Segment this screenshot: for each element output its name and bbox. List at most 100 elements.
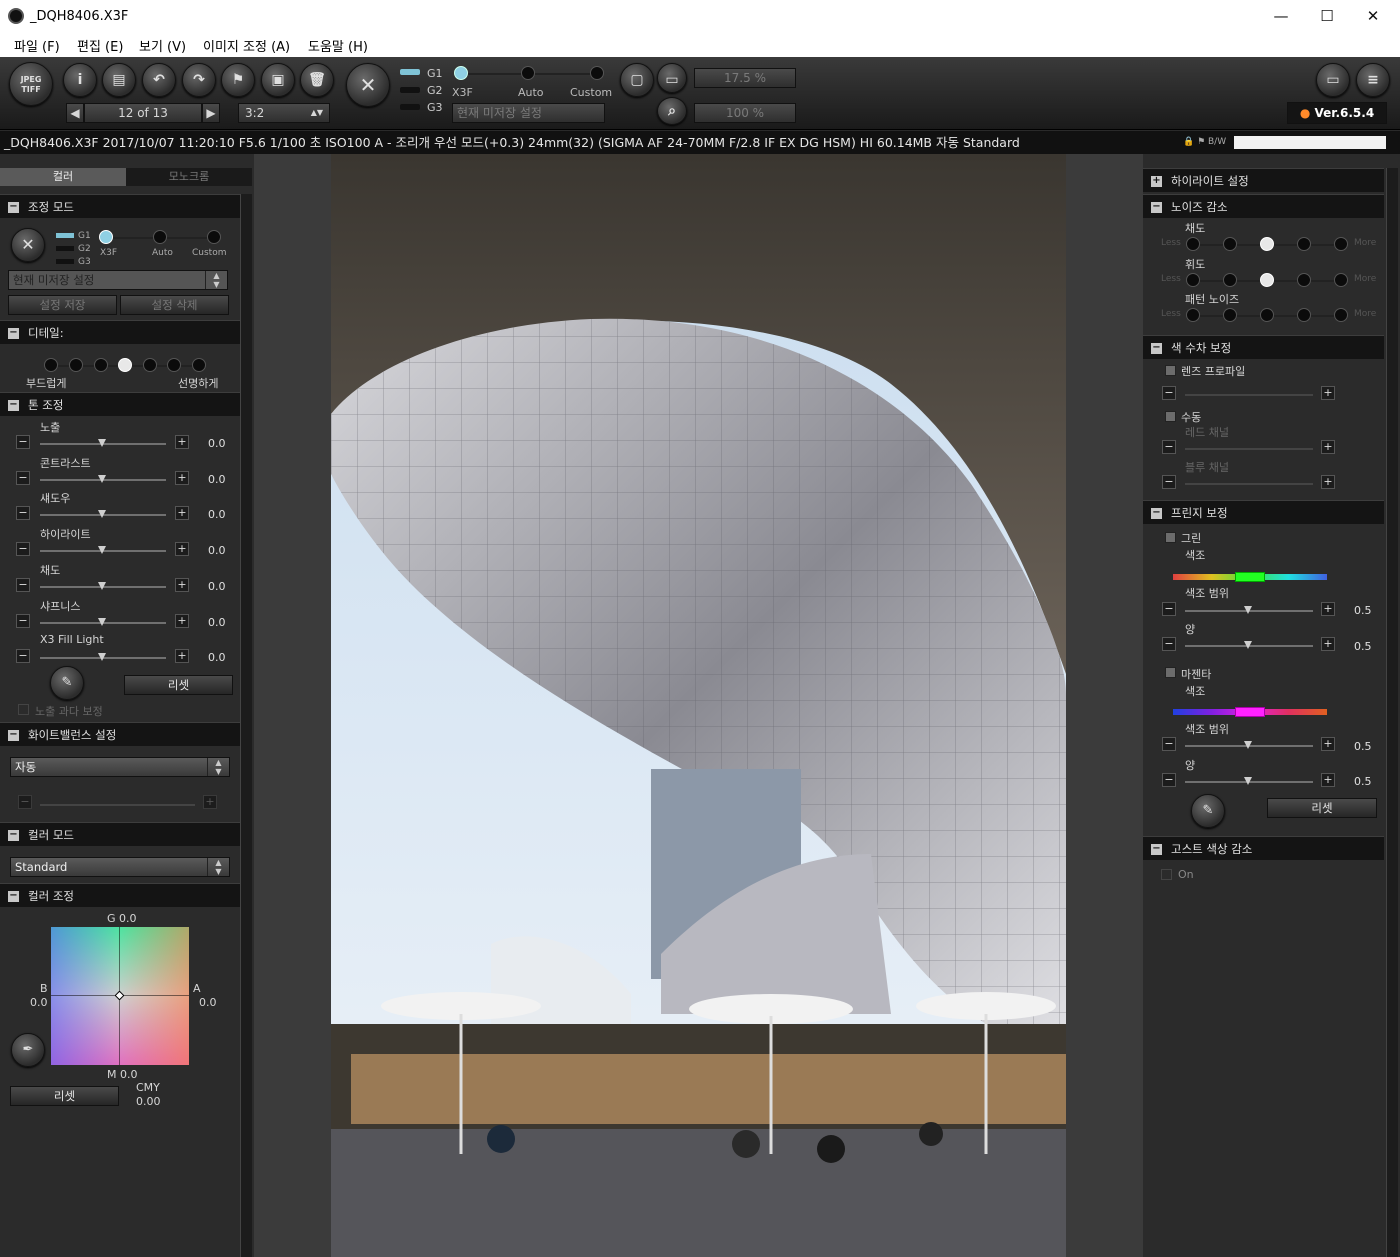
tone-minus-button[interactable]: − [16,649,30,664]
detail-dot-3[interactable] [94,358,108,372]
maximize-button[interactable]: ☐ [1304,4,1350,28]
tone-slider-thumb[interactable] [98,439,106,447]
zoom-icon[interactable]: ⌕ [657,97,687,125]
detail-dot-5[interactable] [143,358,157,372]
color-grid-handle[interactable] [114,990,125,1001]
rotate-left-icon[interactable]: ↶ [142,63,176,97]
overexposure-checkbox[interactable] [18,704,29,715]
menu-view[interactable]: 보기 (V) [139,36,186,55]
section-tone[interactable]: − 톤 조정 [0,392,240,416]
tone-plus-button[interactable]: + [175,649,189,664]
tone-slider-thumb[interactable] [98,581,106,590]
section-detail[interactable]: − 디테일: [0,320,240,344]
right-scrollbar[interactable] [1386,168,1398,1257]
red-minus-button[interactable]: − [1162,440,1176,454]
section-adjust-mode[interactable]: − 조정 모드 [0,194,240,218]
x3f-mode-logo[interactable]: ✕ [11,228,45,262]
tone-plus-button[interactable]: + [175,506,189,521]
green-amount-plus[interactable]: + [1321,637,1335,651]
tone-plus-button[interactable]: + [175,470,189,485]
tone-plus-button[interactable]: + [175,577,189,592]
mode-custom-dot[interactable] [590,66,604,80]
magenta-amount-minus[interactable]: − [1162,773,1176,787]
green-range-thumb[interactable] [1244,606,1252,614]
section-wb[interactable]: − 화이트밸런스 설정 [0,722,240,746]
tone-slider-thumb[interactable] [98,546,106,555]
left-scrollbar[interactable] [240,194,252,1257]
zoom-fit-value[interactable]: 17.5 % [694,68,796,88]
delete-preset-button[interactable]: 설정 삭제 [120,295,229,315]
tone-minus-button[interactable]: − [16,435,30,449]
detail-dot-7[interactable] [192,358,206,372]
wb-track[interactable] [40,804,195,806]
blue-plus-button[interactable]: + [1321,475,1335,489]
section-noise[interactable]: − 노이즈 감소 [1143,194,1384,218]
blue-minus-button[interactable]: − [1162,475,1176,489]
detail-dot-1[interactable] [44,358,58,372]
left-mode-custom-dot[interactable] [207,230,221,244]
flag-icon[interactable]: ⚑ [221,63,255,97]
print-icon[interactable]: ▤ [102,63,136,97]
color-mode-select[interactable]: Standard ▲ ▼ [10,857,230,877]
section-ghost[interactable]: − 고스트 색상 감소 [1143,836,1384,860]
lens-plus-button[interactable]: + [1321,386,1335,400]
screen-mode-icon[interactable]: ▭ [1316,63,1350,97]
x3f-logo-button[interactable]: ✕ [346,63,390,107]
section-color-adjust[interactable]: − 컬러 조정 [0,883,240,907]
magenta-range-thumb[interactable] [1244,741,1252,749]
magenta-amount-plus[interactable]: + [1321,773,1335,787]
next-image-button[interactable]: ▶ [202,103,220,123]
detail-dot-4[interactable] [118,358,132,372]
lens-minus-button[interactable]: − [1162,386,1176,400]
menu-edit[interactable]: 편집 (E) [77,36,123,55]
noise-dot-4[interactable] [1297,308,1311,322]
preset-select[interactable]: 현재 미저장 설정 [452,103,605,123]
tab-mono[interactable]: 모노크롬 [126,168,252,186]
noise-dot-4[interactable] [1297,237,1311,251]
red-track[interactable] [1185,448,1313,450]
compare-icon[interactable]: ▢ [620,63,654,97]
save-preset-button[interactable]: 설정 저장 [8,295,117,315]
menu-image-adjust[interactable]: 이미지 조정 (A) [203,36,290,55]
prev-image-button[interactable]: ◀ [66,103,84,123]
tone-plus-button[interactable]: + [175,435,189,449]
green-checkbox[interactable] [1165,532,1176,543]
tone-slider-thumb[interactable] [98,617,106,626]
close-button[interactable]: ✕ [1350,4,1396,28]
magenta-range-plus[interactable]: + [1321,737,1335,751]
green-amount-minus[interactable]: − [1162,637,1176,651]
preview-image[interactable] [331,154,1066,1257]
trash-icon[interactable]: 🗑 [300,63,334,97]
rating-field[interactable] [1234,136,1386,149]
section-highlight[interactable]: + 하이라이트 설정 [1143,168,1384,192]
green-hue-bar[interactable] [1173,572,1327,582]
magenta-hue-bar[interactable] [1173,707,1327,717]
noise-dot-4[interactable] [1297,273,1311,287]
magenta-checkbox[interactable] [1165,667,1176,678]
green-hue-range[interactable] [1235,572,1265,582]
fit-screen-icon[interactable]: ▭ [657,63,687,93]
green-range-minus[interactable]: − [1162,602,1176,616]
info-icon[interactable]: i [63,63,97,97]
eyedropper-icon[interactable]: ✒ [11,1033,45,1067]
magenta-amount-thumb[interactable] [1244,777,1252,785]
tone-slider-thumb[interactable] [98,510,106,519]
fringe-reset-button[interactable]: 리셋 [1267,798,1377,818]
tone-minus-button[interactable]: − [16,542,30,557]
mode-x3f-dot[interactable] [454,66,468,80]
detail-dot-6[interactable] [167,358,181,372]
aspect-ratio-select[interactable]: 3:2 ▲▼ [238,103,330,123]
tone-minus-button[interactable]: − [16,613,30,628]
tone-reset-button[interactable]: 리셋 [124,675,233,695]
left-preset-select[interactable]: 현재 미저장 설정 ▲ ▼ [8,270,228,290]
tone-plus-button[interactable]: + [175,613,189,628]
noise-dot-3[interactable] [1260,273,1274,287]
green-range-plus[interactable]: + [1321,602,1335,616]
fringe-wand-icon[interactable]: ✎ [1191,794,1225,828]
left-mode-x3f-dot[interactable] [99,230,113,244]
tab-color[interactable]: 컬러 [0,168,126,186]
menu-help[interactable]: 도움말 (H) [308,36,368,55]
noise-dot-5[interactable] [1334,273,1348,287]
tone-minus-button[interactable]: − [16,506,30,521]
menu-file[interactable]: 파일 (F) [14,36,60,55]
